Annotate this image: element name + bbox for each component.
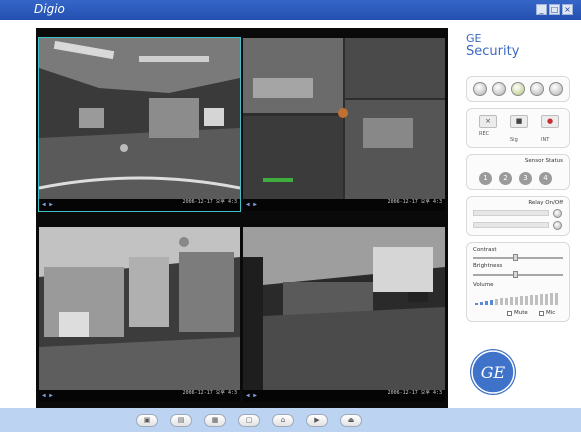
- sensor-title: Sensor Status: [524, 158, 563, 164]
- record-button[interactable]: ●: [541, 115, 559, 128]
- relay-field-2[interactable]: [473, 222, 549, 228]
- monitor-icon[interactable]: [473, 82, 487, 96]
- sensor-3[interactable]: 3: [519, 172, 532, 185]
- brand-security: Security: [466, 44, 520, 59]
- camera-status-4: ◀ ▶ 2006-12-17 오후 4:3: [243, 390, 445, 402]
- svg-text:GE: GE: [481, 363, 506, 382]
- camera-status-3: ◀ ▶ 2006-12-17 오후 4:3: [39, 390, 240, 402]
- search-icon[interactable]: [511, 82, 525, 96]
- relay-box: Relay On/Off: [466, 196, 570, 236]
- sensor-box: Sensor Status 1 2 3 4: [466, 154, 570, 190]
- sensor-1[interactable]: 1: [479, 172, 492, 185]
- camera-feed-4: [243, 227, 445, 390]
- rec-label: REC: [479, 131, 490, 137]
- camera-view-1[interactable]: ◀ ▶ 2006-12-17 오후 4:3: [38, 37, 241, 212]
- contrast-slider[interactable]: [473, 257, 563, 259]
- left-margin: [0, 20, 36, 408]
- contrast-label: Contrast: [473, 247, 497, 253]
- settings-icon[interactable]: [530, 82, 544, 96]
- app-window: Digio _ □ × ◀ ▶ 2006-12-17 오후 4:3 ◀ ▶ 20…: [0, 0, 581, 432]
- camera-feed-1: [39, 38, 240, 199]
- camera-view-2[interactable]: ◀ ▶ 2006-12-17 오후 4:3: [243, 38, 445, 211]
- control-panel: GE Security × ■ ● REC Sig INT Sensor Sta…: [456, 28, 576, 408]
- record-icon[interactable]: [492, 82, 506, 96]
- help-icon[interactable]: [549, 82, 563, 96]
- relay-title: Relay On/Off: [528, 200, 563, 206]
- relay-toggle-1[interactable]: [553, 209, 562, 218]
- bottom-toolbar: ▣ ▤ ▦ ▢ ⌂ ▶ ⏏: [0, 408, 581, 432]
- relay-field-1[interactable]: [473, 210, 549, 216]
- camera-status-2: ◀ ▶ 2006-12-17 오후 4:3: [243, 199, 445, 211]
- camera-status-1: ◀ ▶ 2006-12-17 오후 4:3: [39, 199, 240, 211]
- video-grid: ◀ ▶ 2006-12-17 오후 4:3 ◀ ▶ 2006-12-17 오후 …: [36, 28, 448, 408]
- snapshot-icon[interactable]: ▣: [136, 414, 158, 427]
- camera-view-4[interactable]: ◀ ▶ 2006-12-17 오후 4:3: [243, 227, 445, 402]
- ge-logo: GE: [470, 349, 516, 395]
- maximize-icon[interactable]: □: [549, 4, 560, 15]
- rec-button[interactable]: ×: [479, 115, 497, 128]
- sensor-4[interactable]: 4: [539, 172, 552, 185]
- brightness-label: Brightness: [473, 263, 503, 269]
- camera-feed-3: [39, 227, 240, 390]
- title-bar: Digio _ □ ×: [0, 0, 581, 20]
- layout-icon[interactable]: ▦: [204, 414, 226, 427]
- mic-checkbox[interactable]: [539, 311, 544, 316]
- camera-feed-2: [243, 38, 445, 199]
- folder-icon[interactable]: ⌂: [272, 414, 294, 427]
- contrast-knob[interactable]: [513, 254, 518, 261]
- relay-toggle-2[interactable]: [553, 221, 562, 230]
- sig-label: Sig: [510, 137, 518, 143]
- volume-bars[interactable]: [475, 291, 563, 305]
- stop-button[interactable]: ■: [510, 115, 528, 128]
- camera-view-3[interactable]: ◀ ▶ 2006-12-17 오후 4:3: [39, 227, 240, 402]
- playback-icon[interactable]: ▶: [306, 414, 328, 427]
- mute-checkbox[interactable]: [507, 311, 512, 316]
- window-controls: _ □ ×: [536, 4, 573, 15]
- close-icon[interactable]: ×: [562, 4, 573, 15]
- exit-icon[interactable]: ⏏: [340, 414, 362, 427]
- copy-icon[interactable]: ▢: [238, 414, 260, 427]
- brightness-slider[interactable]: [473, 274, 563, 276]
- mode-box: [466, 76, 570, 102]
- record-box: × ■ ● REC Sig INT: [466, 108, 570, 148]
- volume-label: Volume: [473, 282, 494, 288]
- adjust-box: Contrast Brightness Volume Mute Mic: [466, 242, 570, 322]
- brightness-knob[interactable]: [513, 271, 518, 278]
- sensor-2[interactable]: 2: [499, 172, 512, 185]
- minimize-icon[interactable]: _: [536, 4, 547, 15]
- mute-label: Mute: [514, 310, 528, 316]
- int-label: INT: [541, 137, 550, 143]
- print-icon[interactable]: ▤: [170, 414, 192, 427]
- mic-label: Mic: [546, 310, 556, 316]
- app-title: Digio: [34, 2, 65, 16]
